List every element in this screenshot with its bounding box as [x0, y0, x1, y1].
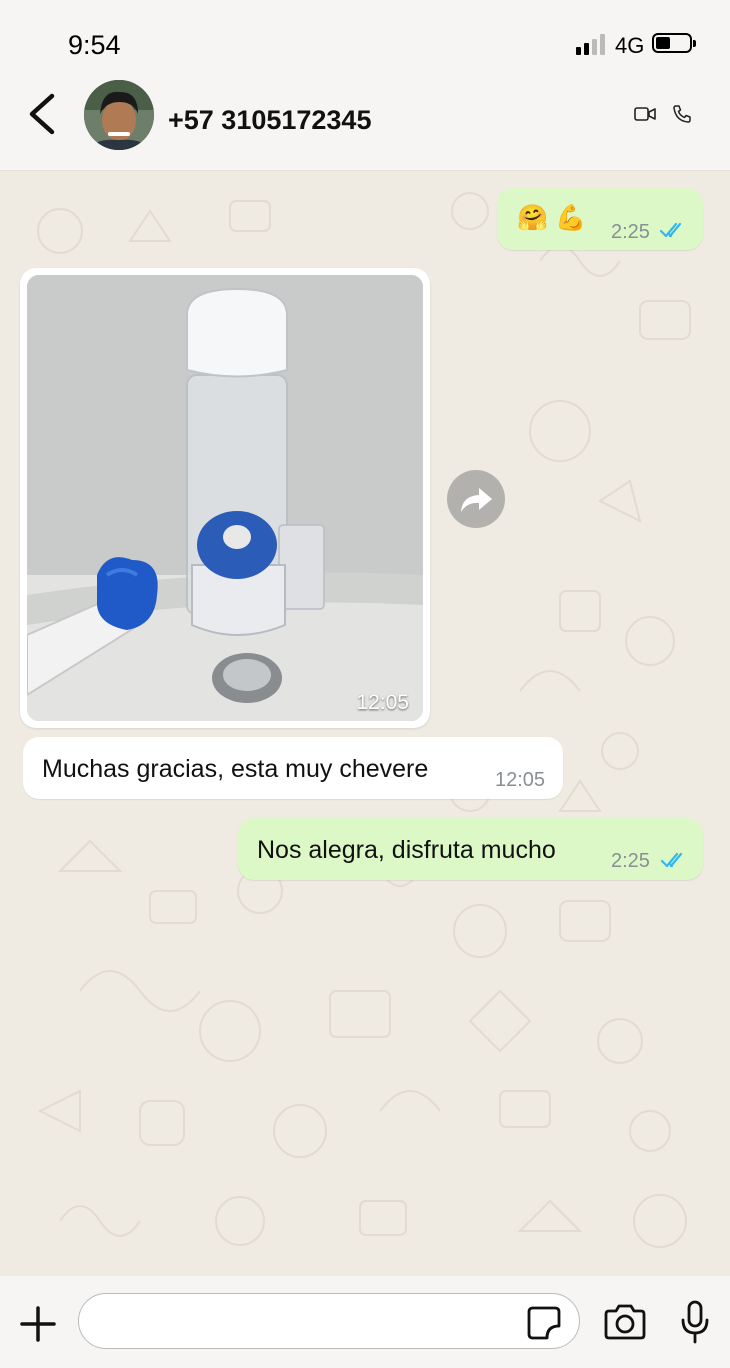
sticker-icon[interactable] — [525, 1304, 563, 1342]
video-call-icon[interactable] — [634, 106, 656, 122]
phone-icon[interactable] — [672, 104, 692, 124]
network-type: 4G — [615, 33, 645, 58]
message-bubble-outgoing[interactable]: Nos alegra, disfruta mucho 2:25 — [238, 818, 703, 880]
forward-button[interactable] — [447, 470, 505, 528]
avatar[interactable] — [84, 80, 154, 150]
read-receipt-icon — [659, 222, 682, 238]
message-photo[interactable]: 12:05 — [27, 275, 423, 721]
message-time: 12:05 — [356, 691, 409, 714]
microphone-icon[interactable] — [680, 1300, 710, 1344]
message-time: 2:25 — [611, 221, 650, 243]
battery-tip — [693, 40, 696, 47]
contact-name[interactable]: +57 3105172345 — [168, 105, 371, 136]
message-text: 🤗 💪 — [517, 204, 587, 232]
status-bar: 9:54 4G — [0, 0, 730, 80]
forward-icon — [461, 488, 492, 512]
chat-area[interactable]: 🤗 💪 2:25 12:05 Muchas gracias, esta muy … — [0, 171, 730, 1276]
camera-icon[interactable] — [602, 1304, 648, 1340]
battery-icon — [652, 33, 692, 53]
message-input[interactable] — [78, 1293, 580, 1349]
message-time: 12:05 — [495, 769, 546, 791]
image-message[interactable]: 12:05 — [20, 268, 430, 728]
plus-icon[interactable] — [18, 1304, 58, 1344]
signal-icon — [576, 34, 605, 55]
message-time: 2:25 — [611, 850, 650, 872]
message-text: Muchas gracias, esta muy chevere — [42, 755, 429, 783]
composer-bar — [0, 1276, 730, 1368]
back-arrow-icon[interactable] — [22, 90, 62, 138]
message-bubble-outgoing[interactable]: 🤗 💪 2:25 — [497, 188, 703, 250]
message-bubble-incoming[interactable]: Muchas gracias, esta muy chevere 12:05 — [23, 737, 563, 799]
read-receipt-icon — [660, 852, 683, 868]
status-time: 9:54 — [68, 30, 121, 60]
message-text: Nos alegra, disfruta mucho — [257, 836, 556, 864]
chat-header: +57 3105172345 — [0, 80, 730, 171]
